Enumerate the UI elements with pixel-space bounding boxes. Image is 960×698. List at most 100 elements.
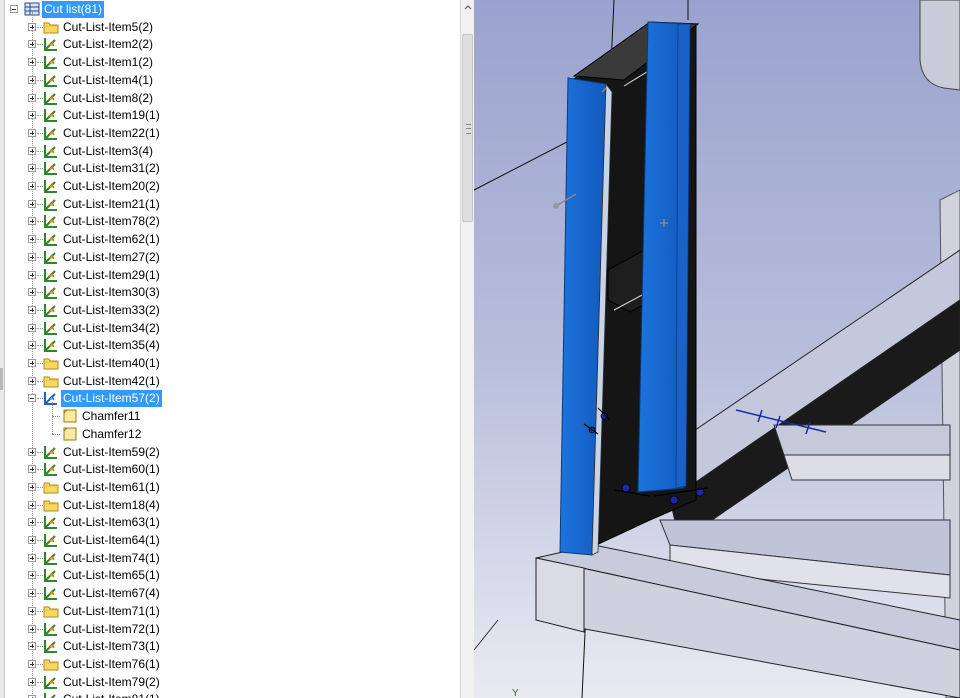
tree-item[interactable]: Cut-List-Item78(2) xyxy=(0,213,460,230)
expand-toggle-icon[interactable] xyxy=(28,111,36,120)
tree-item-label: Chamfer12 xyxy=(82,426,142,441)
tree-item[interactable]: Cut-List-Item8(2) xyxy=(0,90,460,107)
graphics-viewport[interactable]: Y xyxy=(474,0,960,698)
tree-item[interactable]: Cut-List-Item60(1) xyxy=(0,461,460,478)
tree-item-label: Cut-List-Item1(2) xyxy=(63,55,154,70)
tree-item[interactable]: Cut-List-Item74(1) xyxy=(0,550,460,567)
expand-toggle-icon[interactable] xyxy=(28,606,36,615)
expand-toggle-icon[interactable] xyxy=(28,500,36,509)
expand-toggle-icon[interactable] xyxy=(28,40,36,49)
tree-item[interactable]: Cut-List-Item73(1) xyxy=(0,638,460,655)
expand-toggle-icon[interactable] xyxy=(28,518,36,527)
tree-item[interactable]: Cut-List-Item35(4) xyxy=(0,337,460,354)
expand-toggle-icon[interactable] xyxy=(28,235,36,244)
expand-toggle-icon[interactable] xyxy=(28,323,36,332)
tree-item[interactable]: Cut-List-Item64(1) xyxy=(0,532,460,549)
tree-item[interactable]: Cut-List-Item76(1) xyxy=(0,656,460,673)
tree-item-label: Cut-List-Item74(1) xyxy=(63,550,160,565)
folder-icon xyxy=(43,20,59,34)
tree-item-label: Cut-List-Item5(2) xyxy=(63,19,154,34)
tree-item[interactable]: Cut-List-Item22(1) xyxy=(0,125,460,142)
expand-toggle-icon[interactable] xyxy=(28,146,36,155)
collapse-toggle-icon[interactable] xyxy=(10,5,18,13)
tree-item[interactable]: Cut-List-Item21(1) xyxy=(0,196,460,213)
tree-item-label: Cut-List-Item60(1) xyxy=(63,462,160,477)
collapse-toggle-icon[interactable] xyxy=(28,394,36,403)
tree-item[interactable]: Cut-List-Item71(1) xyxy=(0,603,460,620)
tree-item[interactable]: Cut-List-Item81(1) xyxy=(0,691,460,698)
cross-member-face[interactable] xyxy=(783,454,951,481)
expand-toggle-icon[interactable] xyxy=(28,482,36,491)
tree-item-label: Cut-List-Item29(1) xyxy=(63,267,160,282)
tree-item[interactable]: Cut-List-Item72(1) xyxy=(0,621,460,638)
expand-toggle-icon[interactable] xyxy=(28,677,36,686)
expand-toggle-icon[interactable] xyxy=(28,642,36,651)
tree-vertical-scrollbar[interactable] xyxy=(460,0,475,698)
expand-toggle-icon[interactable] xyxy=(28,182,36,190)
tree-child-item[interactable]: Chamfer11 xyxy=(0,408,460,425)
tree-item-label: Cut-List-Item35(4) xyxy=(63,338,160,353)
tree-item[interactable]: Cut-List-Item61(1) xyxy=(0,479,460,496)
expand-toggle-icon[interactable] xyxy=(28,217,36,226)
expand-toggle-icon[interactable] xyxy=(28,536,36,544)
expand-toggle-icon[interactable] xyxy=(28,252,36,261)
expand-toggle-icon[interactable] xyxy=(28,659,36,668)
tree-item[interactable]: Cut-List-Item33(2) xyxy=(0,302,460,319)
tree-item-label: Cut-List-Item4(1) xyxy=(63,72,154,87)
cross-member-top[interactable] xyxy=(773,424,951,456)
tree-item[interactable]: Cut-List-Item34(2) xyxy=(0,320,460,337)
tree-item-label: Cut-List-Item67(4) xyxy=(63,586,160,601)
tree-item[interactable]: Cut-List-Item30(3) xyxy=(0,284,460,301)
scroll-up-arrow-icon[interactable] xyxy=(461,0,475,16)
expand-toggle-icon[interactable] xyxy=(28,553,36,562)
tree-item[interactable]: Cut-List-Item42(1) xyxy=(0,373,460,390)
tree-item[interactable]: Cut-List-Item4(1) xyxy=(0,72,460,89)
tree-item[interactable]: Cut-List-Item63(1) xyxy=(0,514,460,531)
tree-item[interactable]: Cut-List-Item2(2) xyxy=(0,36,460,53)
weldment-icon xyxy=(43,622,59,636)
tree-child-item[interactable]: Chamfer12 xyxy=(0,426,460,443)
tree-item[interactable]: Cut-List-Item62(1) xyxy=(0,231,460,248)
tree-item[interactable]: Cut-List-Item29(1) xyxy=(0,267,460,284)
expand-toggle-icon[interactable] xyxy=(28,465,36,474)
expand-toggle-icon[interactable] xyxy=(28,128,36,137)
tree-item[interactable]: Cut-List-Item40(1) xyxy=(0,355,460,372)
tree-item[interactable]: Cut-List-Item59(2) xyxy=(0,444,460,461)
tree-root-cut-list[interactable]: Cut list(81) xyxy=(0,1,460,18)
expand-toggle-icon[interactable] xyxy=(28,341,36,350)
tree-item[interactable]: Cut-List-Item3(4) xyxy=(0,143,460,160)
tree-item[interactable]: Cut-List-Item19(1) xyxy=(0,107,460,124)
cabinet-panel[interactable] xyxy=(919,0,960,91)
weldment-icon xyxy=(43,250,59,264)
expand-toggle-icon[interactable] xyxy=(28,164,36,173)
expand-toggle-icon[interactable] xyxy=(28,75,36,84)
scrollbar-thumb[interactable] xyxy=(462,34,473,222)
expand-toggle-icon[interactable] xyxy=(28,447,36,456)
tree-item[interactable]: Cut-List-Item65(1) xyxy=(0,567,460,584)
expand-toggle-icon[interactable] xyxy=(28,58,36,67)
expand-toggle-icon[interactable] xyxy=(28,199,36,208)
expand-toggle-icon[interactable] xyxy=(28,359,36,367)
tree-item[interactable]: Cut-List-Item57(2) xyxy=(0,390,460,408)
expand-toggle-icon[interactable] xyxy=(28,22,36,31)
expand-toggle-icon[interactable] xyxy=(28,288,36,297)
tree-item[interactable]: Cut-List-Item31(2) xyxy=(0,160,460,177)
tree-item-label: Cut-List-Item71(1) xyxy=(63,603,160,618)
tree-item[interactable]: Cut-List-Item18(4) xyxy=(0,497,460,514)
tree-item[interactable]: Cut-List-Item20(2) xyxy=(0,178,460,195)
expand-toggle-icon[interactable] xyxy=(28,624,36,633)
expand-toggle-icon[interactable] xyxy=(28,305,36,314)
tree-item-label: Cut-List-Item62(1) xyxy=(63,232,160,247)
tree-item[interactable]: Cut-List-Item1(2) xyxy=(0,54,460,71)
expand-toggle-icon[interactable] xyxy=(28,270,36,279)
expand-toggle-icon[interactable] xyxy=(28,589,36,598)
tree-item[interactable]: Cut-List-Item5(2) xyxy=(0,19,460,36)
tree-item[interactable]: Cut-List-Item79(2) xyxy=(0,674,460,691)
expand-toggle-icon[interactable] xyxy=(28,571,36,580)
expand-toggle-icon[interactable] xyxy=(28,93,36,102)
model-3d-view[interactable]: Y xyxy=(474,0,960,698)
tree-item[interactable]: Cut-List-Item27(2) xyxy=(0,249,460,266)
expand-toggle-icon[interactable] xyxy=(28,376,36,385)
tree-item[interactable]: Cut-List-Item67(4) xyxy=(0,585,460,602)
front-beam-end[interactable] xyxy=(535,557,585,633)
